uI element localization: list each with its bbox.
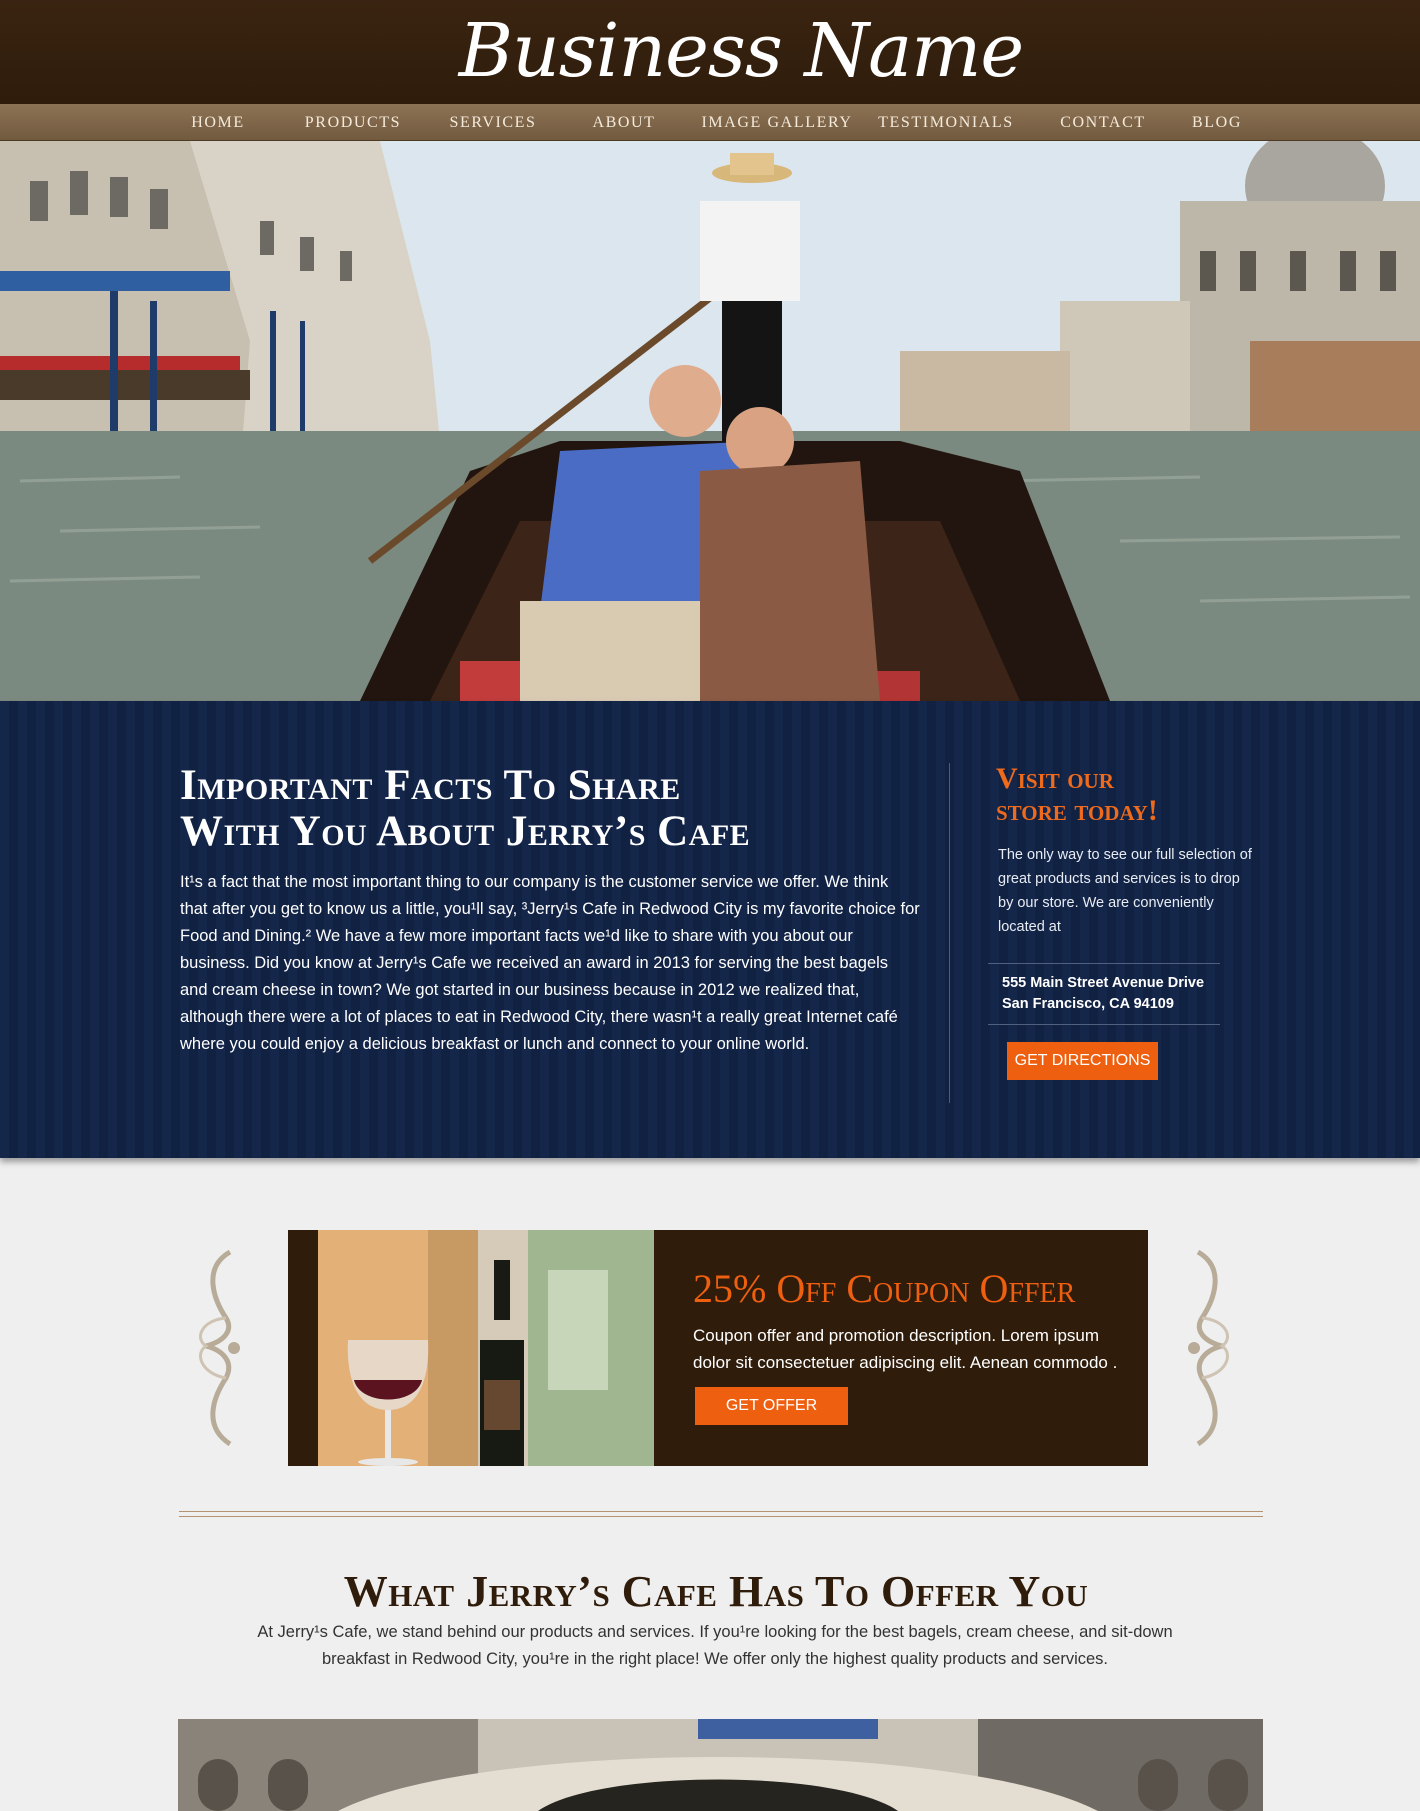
facts-heading: Important Facts To Share With You About … bbox=[180, 763, 920, 855]
facts-heading-line2: With You About Jerry’s Cafe bbox=[180, 808, 751, 855]
visit-paragraph: The only way to see our full selection o… bbox=[998, 847, 1252, 935]
site-header: Business Name bbox=[0, 0, 1420, 104]
right-flourish-ornament bbox=[1188, 1249, 1229, 1447]
coupon-heading: 25% Off Coupon Offer bbox=[693, 1266, 1076, 1311]
visit-heading-line1: Visit our bbox=[996, 762, 1114, 795]
nav-services[interactable]: SERVICES bbox=[445, 104, 541, 141]
visit-store-heading: Visit our store today! bbox=[996, 763, 1236, 827]
nav-contact[interactable]: CONTACT bbox=[1052, 104, 1154, 141]
address-line2: San Francisco, CA 94109 bbox=[1002, 996, 1174, 1012]
nav-testimonials[interactable]: TESTIMONIALS bbox=[876, 104, 1016, 141]
left-flourish-ornament bbox=[199, 1249, 240, 1447]
facts-section: Important Facts To Share With You About … bbox=[0, 701, 1420, 1158]
address-rule-top bbox=[988, 963, 1220, 964]
rialto-bridge-photo bbox=[178, 1719, 1263, 1811]
coupon-description: Coupon offer and promotion description. … bbox=[693, 1326, 1118, 1372]
offer-heading: What Jerry’s Cafe Has To Offer You bbox=[343, 1567, 1089, 1616]
visit-heading-line2: store today! bbox=[996, 794, 1158, 827]
address-line1: 555 Main Street Avenue Drive bbox=[1002, 975, 1205, 991]
address-rule-bottom bbox=[988, 1024, 1220, 1025]
nav-blog[interactable]: BLOG bbox=[1186, 104, 1248, 141]
section-divider-top bbox=[179, 1511, 1263, 1512]
nav-products[interactable]: PRODUCTS bbox=[300, 104, 406, 141]
store-address: 555 Main Street Avenue Drive San Francis… bbox=[1002, 973, 1242, 1015]
nav-about[interactable]: ABOUT bbox=[585, 104, 663, 141]
coupon-banner: 25% Off Coupon Offer Coupon offer and pr… bbox=[288, 1230, 1148, 1466]
nav-image-gallery[interactable]: IMAGE GALLERY bbox=[700, 104, 854, 141]
nav-home[interactable]: HOME bbox=[172, 104, 264, 141]
wine-glass-photo bbox=[318, 1230, 654, 1466]
get-directions-button[interactable]: GET DIRECTIONS bbox=[1007, 1042, 1158, 1080]
facts-heading-line1: Important Facts To Share bbox=[180, 762, 681, 809]
section-divider-bottom bbox=[179, 1516, 1263, 1517]
hero-image-gondola bbox=[0, 141, 1420, 701]
offer-paragraph: At Jerry¹s Cafe, we stand behind our pro… bbox=[257, 1623, 1173, 1668]
facts-paragraph: It¹s a fact that the most important thin… bbox=[180, 873, 920, 1053]
vertical-divider bbox=[949, 763, 950, 1103]
brand-logo[interactable]: Business Name bbox=[0, 6, 1420, 96]
get-offer-button[interactable]: GET OFFER bbox=[695, 1387, 848, 1425]
main-nav: HOME PRODUCTS SERVICES ABOUT IMAGE GALLE… bbox=[0, 104, 1420, 141]
